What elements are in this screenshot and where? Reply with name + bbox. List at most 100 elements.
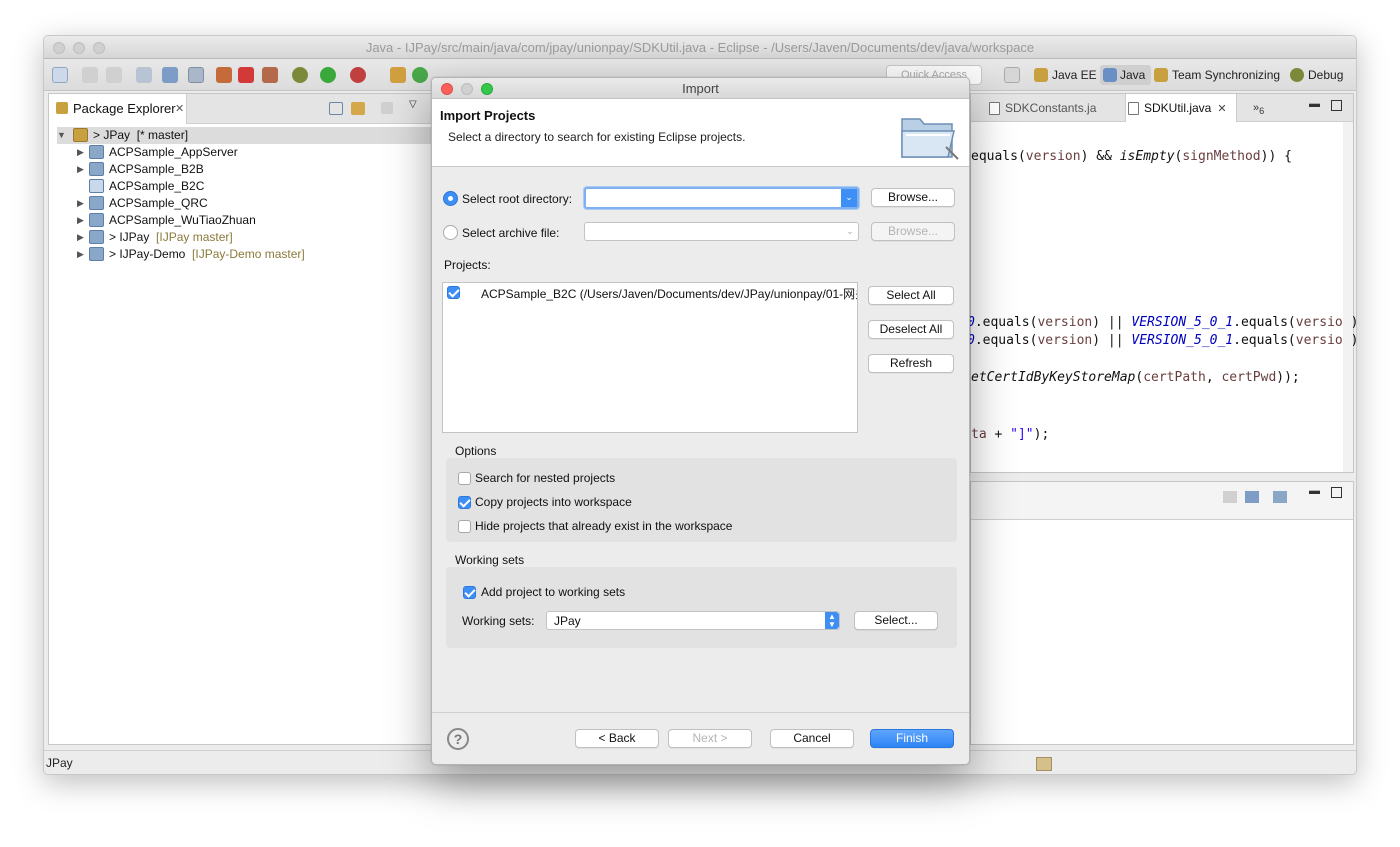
project-icon bbox=[89, 145, 104, 159]
close-dialog-button[interactable] bbox=[441, 83, 453, 95]
java-file-icon bbox=[989, 102, 1000, 115]
close-window-button[interactable] bbox=[53, 42, 65, 54]
open-console-icon[interactable] bbox=[1273, 491, 1287, 503]
select-all-button[interactable]: Select All bbox=[868, 286, 954, 305]
finish-button[interactable]: Finish bbox=[870, 729, 954, 748]
bug-icon[interactable] bbox=[216, 67, 232, 83]
perspective-java-ee[interactable]: Java EE bbox=[1034, 65, 1097, 85]
debug-run-icon[interactable] bbox=[292, 67, 308, 83]
save-all-icon[interactable] bbox=[106, 67, 122, 83]
window-title-bar: Java - IJPay/src/main/java/com/jpay/unio… bbox=[44, 36, 1356, 59]
editor-scrollbar[interactable] bbox=[1343, 122, 1353, 472]
tab-overflow[interactable]: »6 bbox=[1249, 94, 1264, 122]
root-directory-radio[interactable] bbox=[443, 191, 458, 206]
save-icon[interactable] bbox=[82, 67, 98, 83]
link-editor-icon[interactable] bbox=[351, 102, 365, 115]
copy-projects-checkbox[interactable] bbox=[458, 496, 471, 509]
list-item[interactable]: ACPSample_B2C (/Users/Javen/Documents/de… bbox=[443, 283, 857, 301]
display-console-icon[interactable] bbox=[1245, 491, 1259, 503]
browse-root-button[interactable]: Browse... bbox=[871, 188, 955, 207]
perspective-team-sync[interactable]: Team Synchronizing bbox=[1154, 65, 1280, 85]
chevron-down-icon[interactable]: ⌄ bbox=[842, 223, 858, 240]
bottom-view: ▬ bbox=[970, 481, 1354, 745]
archive-file-combo[interactable]: ⌄ bbox=[584, 222, 859, 241]
project-icon bbox=[89, 213, 104, 227]
close-tab-icon[interactable]: ✕ bbox=[1217, 103, 1226, 115]
header-description: Select a directory to search for existin… bbox=[448, 130, 746, 144]
nested-projects-checkbox[interactable] bbox=[458, 472, 471, 485]
binary-icon[interactable] bbox=[136, 67, 152, 83]
nested-projects-label: Search for nested projects bbox=[475, 471, 616, 485]
select-working-sets-button[interactable]: Select... bbox=[854, 611, 938, 630]
back-button[interactable]: < Back bbox=[575, 729, 659, 748]
archive-file-radio[interactable] bbox=[443, 225, 458, 240]
minimize-dialog-button[interactable] bbox=[461, 83, 473, 95]
bug-remove-icon[interactable] bbox=[238, 67, 254, 83]
perspective-java[interactable]: Java bbox=[1100, 65, 1152, 85]
refresh-button[interactable]: Refresh bbox=[868, 354, 954, 373]
window-title: Java - IJPay/src/main/java/com/jpay/unio… bbox=[365, 40, 1035, 55]
working-sets-value: JPay bbox=[554, 614, 581, 628]
tab-sdkconstants[interactable]: SDKConstants.ja bbox=[987, 94, 1096, 122]
maximize-view-icon[interactable] bbox=[1331, 100, 1342, 111]
java-ee-icon bbox=[1034, 68, 1048, 82]
import-folder-icon bbox=[901, 118, 959, 160]
tree-label: ACPSample_B2B bbox=[109, 162, 204, 176]
working-set-icon bbox=[73, 128, 88, 142]
project-checkbox[interactable] bbox=[447, 286, 460, 299]
tree-git-label: [IJPay-Demo master] bbox=[192, 247, 305, 261]
collapsed-arrow-icon[interactable]: ▶ bbox=[77, 144, 87, 161]
close-view-icon[interactable]: ✕ bbox=[175, 94, 184, 124]
collapsed-arrow-icon[interactable]: ▶ bbox=[77, 246, 87, 263]
chevron-down-icon[interactable]: ⌄ bbox=[841, 189, 857, 207]
options-label: Options bbox=[455, 444, 497, 458]
minimize-window-button[interactable] bbox=[73, 42, 85, 54]
perspective-debug[interactable]: Debug bbox=[1290, 65, 1343, 85]
help-icon[interactable]: ? bbox=[447, 728, 469, 750]
new-java-project-icon[interactable] bbox=[390, 67, 406, 83]
tree-label: > IJPay bbox=[109, 230, 150, 244]
status-icon[interactable] bbox=[1036, 757, 1052, 771]
external-tools-icon[interactable] bbox=[350, 67, 366, 83]
run-icon[interactable] bbox=[320, 67, 336, 83]
open-perspective-icon[interactable] bbox=[1004, 67, 1020, 83]
cancel-button[interactable]: Cancel bbox=[770, 729, 854, 748]
skip-breakpoints-icon[interactable] bbox=[188, 67, 204, 83]
collapsed-arrow-icon[interactable]: ▶ bbox=[77, 212, 87, 229]
zoom-window-button[interactable] bbox=[93, 42, 105, 54]
working-sets-section-label: Working sets bbox=[455, 553, 525, 567]
collapsed-arrow-icon[interactable]: ▶ bbox=[77, 195, 87, 212]
code-line-3: 0.equals(version) || VERSION_5_0_1.equal… bbox=[967, 333, 1356, 348]
minimize-view-icon[interactable]: ▬ bbox=[1309, 98, 1320, 110]
view-menu-icon[interactable]: ▽ bbox=[409, 99, 417, 110]
new-icon[interactable] bbox=[52, 67, 68, 83]
collapsed-arrow-icon[interactable]: ▶ bbox=[77, 161, 87, 178]
root-directory-combo[interactable]: ⌄ bbox=[584, 187, 859, 209]
maximize-view-icon[interactable] bbox=[1331, 487, 1342, 498]
next-button[interactable]: Next > bbox=[668, 729, 752, 748]
filter-icon[interactable] bbox=[381, 102, 393, 114]
zoom-dialog-button[interactable] bbox=[481, 83, 493, 95]
add-to-working-sets-checkbox[interactable] bbox=[463, 586, 476, 599]
package-explorer-view: Package Explorer ✕ ▽ ▼ > JPay [* master]… bbox=[48, 93, 448, 745]
working-sets-combo[interactable]: JPay ▲ ▼ bbox=[546, 611, 840, 630]
working-sets-field-label: Working sets: bbox=[462, 614, 535, 628]
hide-existing-checkbox[interactable] bbox=[458, 520, 471, 533]
package-explorer-tab[interactable]: Package Explorer ✕ bbox=[49, 94, 187, 124]
tab-sdkutil[interactable]: SDKUtil.java ✕ bbox=[1125, 94, 1237, 122]
updown-arrow-icon[interactable]: ▲ ▼ bbox=[825, 612, 839, 629]
console-icon[interactable] bbox=[162, 67, 178, 83]
deselect-all-button[interactable]: Deselect All bbox=[868, 320, 954, 339]
bug-list-icon[interactable] bbox=[262, 67, 278, 83]
clear-icon[interactable] bbox=[1223, 491, 1237, 503]
tree-label: > IJPay-Demo bbox=[109, 247, 186, 261]
minimize-view-icon[interactable]: ▬ bbox=[1309, 485, 1320, 497]
collapse-all-icon[interactable] bbox=[329, 102, 343, 115]
projects-list[interactable]: ACPSample_B2C (/Users/Javen/Documents/de… bbox=[442, 282, 858, 433]
new-class-icon[interactable] bbox=[412, 67, 428, 83]
tree-row-jpay[interactable]: ▼ > JPay [* master] bbox=[57, 127, 437, 144]
expanded-arrow-icon[interactable]: ▼ bbox=[57, 127, 67, 144]
project-label: ACPSample_B2C (/Users/Javen/Documents/de… bbox=[481, 287, 857, 301]
browse-archive-button[interactable]: Browse... bbox=[871, 222, 955, 241]
collapsed-arrow-icon[interactable]: ▶ bbox=[77, 229, 87, 246]
